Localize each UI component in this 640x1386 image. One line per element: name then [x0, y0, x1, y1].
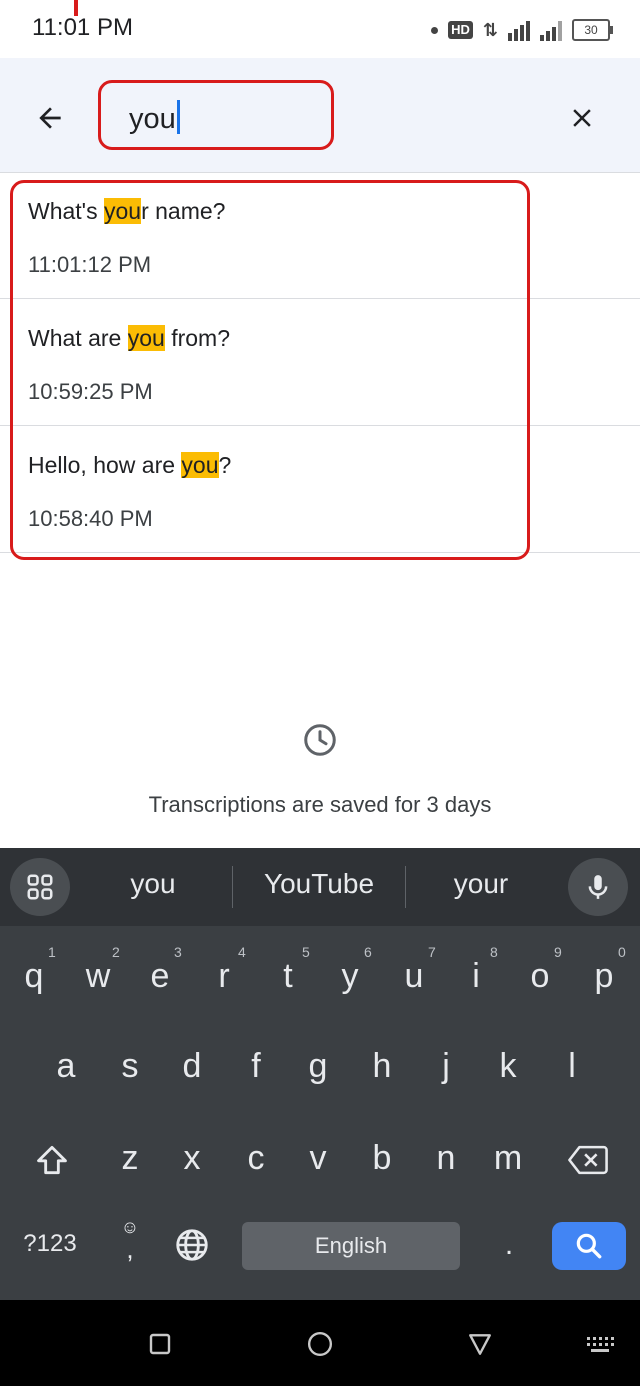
square-icon	[149, 1333, 171, 1355]
text-after: r name?	[141, 198, 226, 224]
battery-icon: 30	[572, 19, 613, 41]
comma-label: ,	[126, 1234, 134, 1264]
key-l[interactable]: l	[544, 1030, 600, 1102]
clock-icon	[304, 724, 336, 756]
battery-level: 30	[584, 23, 598, 37]
key-x[interactable]: x	[164, 1122, 220, 1194]
match-highlight: you	[181, 452, 219, 478]
result-item[interactable]: What are you from? 10:59:25 PM	[0, 299, 640, 426]
symbols-key[interactable]: ?123	[10, 1230, 90, 1258]
arrow-back-icon	[39, 107, 61, 129]
key-hint: 2	[112, 944, 120, 960]
result-text: What's your name?	[28, 198, 225, 225]
backspace-icon	[568, 1145, 608, 1175]
key-s[interactable]: s	[102, 1030, 158, 1102]
retention-info: Transcriptions are saved for 3 days	[148, 792, 492, 817]
hd-volte-icon: HD	[448, 21, 473, 39]
back-nav-button[interactable]	[464, 1328, 496, 1360]
result-item[interactable]: What's your name? 11:01:12 PM	[0, 172, 640, 299]
search-query: you	[129, 103, 176, 135]
key-hint: 6	[364, 944, 372, 960]
text-before: What's	[28, 198, 104, 224]
key-n[interactable]: n	[418, 1122, 474, 1194]
recents-button[interactable]	[144, 1328, 176, 1360]
data-transfer-icon: ⇅	[482, 19, 498, 40]
back-button[interactable]	[24, 92, 76, 144]
result-text: What are you from?	[28, 325, 230, 352]
result-time: 10:59:25 PM	[28, 379, 153, 404]
key-hint: 8	[490, 944, 498, 960]
keyboard-switch-button[interactable]	[584, 1328, 616, 1360]
key-hint: 1	[48, 944, 56, 960]
result-time: 11:01:12 PM	[28, 252, 152, 277]
triangle-back-icon	[469, 1334, 491, 1355]
suggestion-divider	[405, 866, 406, 908]
key-hint: 5	[302, 944, 310, 960]
key-hint: 4	[238, 944, 246, 960]
match-highlight: you	[103, 198, 142, 224]
notification-dot-icon	[431, 26, 439, 34]
comma-key[interactable]: ☺ ,	[112, 1216, 148, 1276]
match-highlight: you	[127, 325, 165, 351]
key-z[interactable]: z	[102, 1122, 158, 1194]
results-list: What's your name? 11:01:12 PM What are y…	[0, 172, 640, 553]
suggestion-2[interactable]: YouTube	[236, 868, 402, 900]
key-b[interactable]: b	[354, 1122, 410, 1194]
space-key[interactable]: English	[242, 1222, 460, 1270]
suggestion-strip: you YouTube your	[0, 848, 640, 926]
key-hint: 7	[428, 944, 436, 960]
status-bar: 11:01 PM HD ⇅ 30	[0, 0, 640, 58]
home-button[interactable]	[304, 1328, 336, 1360]
apps-grid-icon	[27, 874, 53, 900]
backspace-key[interactable]	[560, 1122, 616, 1194]
result-text: Hello, how are you?	[28, 452, 231, 479]
text-cursor	[176, 100, 180, 134]
key-c[interactable]: c	[228, 1122, 284, 1194]
shift-icon	[37, 1145, 67, 1175]
keyboard-icon	[587, 1337, 614, 1352]
text-before: What are	[28, 325, 128, 351]
key-k[interactable]: k	[480, 1030, 536, 1102]
text-after: ?	[218, 452, 232, 478]
close-icon	[573, 109, 591, 127]
voice-input-button[interactable]	[568, 858, 628, 916]
search-bar: you	[0, 58, 640, 173]
circle-icon	[307, 1331, 333, 1357]
result-time: 10:58:40 PM	[28, 506, 153, 531]
signal-icon	[540, 19, 562, 41]
key-h[interactable]: h	[354, 1030, 410, 1102]
language-key[interactable]	[172, 1226, 212, 1266]
key-m[interactable]: m	[480, 1122, 536, 1194]
text-before: Hello, how are	[28, 452, 182, 478]
key-f[interactable]: f	[228, 1030, 284, 1102]
key-hint: 3	[174, 944, 182, 960]
key-d[interactable]: d	[164, 1030, 220, 1102]
key-hint: 0	[618, 944, 626, 960]
shift-key[interactable]	[24, 1122, 80, 1194]
search-key[interactable]	[552, 1222, 626, 1270]
suggestion-1[interactable]: you	[92, 868, 214, 900]
suggestion-divider	[232, 866, 233, 908]
status-icons: HD ⇅ 30	[431, 16, 613, 44]
text-after: from?	[164, 325, 230, 351]
suggestion-3[interactable]: your	[420, 868, 542, 900]
status-time: 11:01 PM	[32, 14, 133, 41]
result-item[interactable]: Hello, how are you? 10:58:40 PM	[0, 426, 640, 553]
signal-4g-icon	[508, 19, 530, 41]
key-g[interactable]: g	[290, 1030, 346, 1102]
navigation-bar	[0, 1300, 640, 1386]
period-key[interactable]: .	[494, 1228, 524, 1262]
keyboard-menu-button[interactable]	[10, 858, 70, 916]
keyboard: you YouTube your q w e r t y u i o p 1 2…	[0, 848, 640, 1300]
key-a[interactable]: a	[38, 1030, 94, 1102]
clear-button[interactable]	[556, 92, 608, 144]
key-v[interactable]: v	[290, 1122, 346, 1194]
key-hint: 9	[554, 944, 562, 960]
search-input[interactable]: you	[98, 80, 334, 150]
key-j[interactable]: j	[418, 1030, 474, 1102]
globe-icon	[176, 1229, 208, 1261]
search-icon	[576, 1233, 602, 1259]
mic-icon	[588, 875, 608, 899]
